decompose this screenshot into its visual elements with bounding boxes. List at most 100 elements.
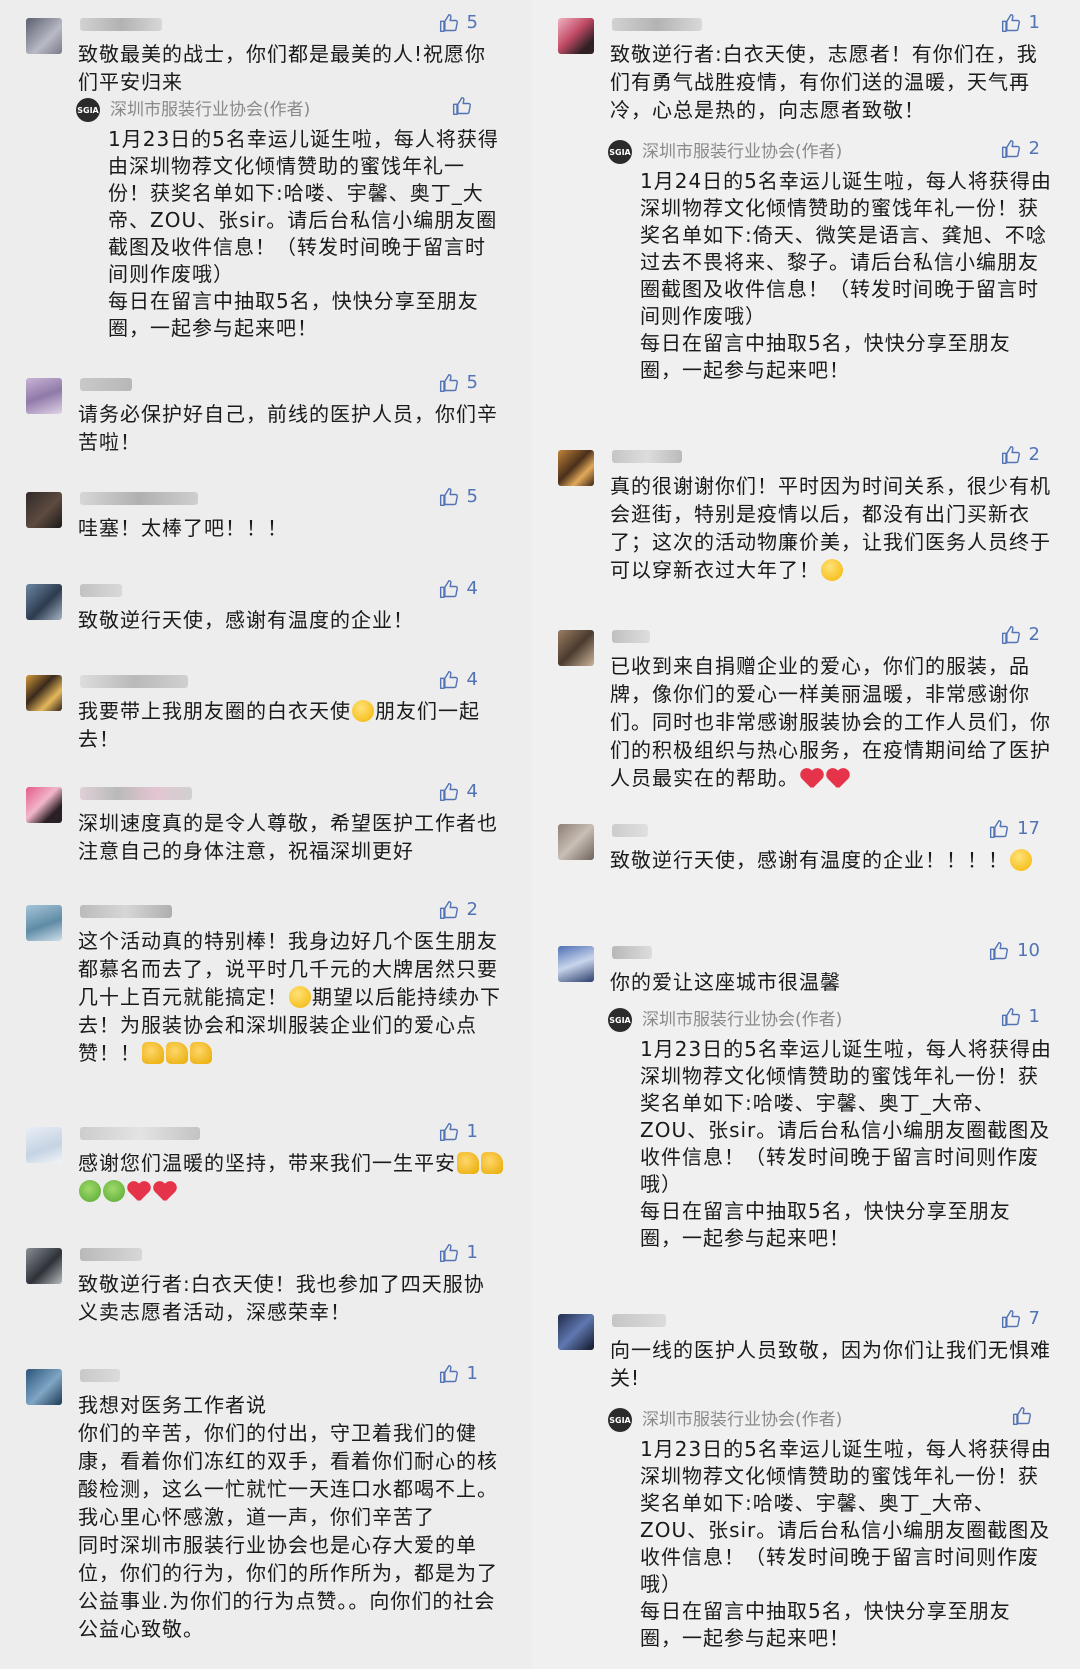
like-button[interactable]: 5: [439, 372, 478, 393]
thumb-up-icon: [439, 900, 459, 920]
like-button[interactable]: 5: [439, 12, 478, 33]
thumbs-up-emoji-icon: [190, 1042, 212, 1064]
like-count: 5: [466, 12, 478, 33]
like-count: 1: [1028, 1006, 1040, 1027]
comment-text-part: 致敬逆行天使，感谢有温度的企业！！！！: [610, 848, 1009, 872]
like-count: 2: [1028, 138, 1040, 159]
like-button[interactable]: 1: [439, 1363, 478, 1384]
heart-emoji-icon: [800, 767, 824, 789]
thumbs-up-emoji-icon: [166, 1042, 188, 1064]
avatar[interactable]: [26, 1248, 62, 1284]
like-count: 1: [1028, 12, 1040, 33]
avatar[interactable]: [26, 492, 62, 528]
comment-text: 我想对医务工作者说 你们的辛苦，你们的付出，守卫着我们的健康，看着你们冻红的双手…: [78, 1393, 498, 1641]
author-logo-icon: SGIA: [608, 140, 632, 164]
like-button[interactable]: 10: [989, 940, 1040, 961]
like-button[interactable]: 5: [439, 486, 478, 507]
reply-text: 1月23日的5名幸运儿诞生啦，每人将获得由深圳物荐文化倾情赞助的蜜饯年礼一份！获…: [640, 1037, 1052, 1250]
avatar[interactable]: [558, 946, 594, 982]
reply-like-button[interactable]: 2: [1001, 138, 1040, 159]
flexed-bicep-emoji-icon: [79, 1180, 101, 1202]
avatar[interactable]: [558, 450, 594, 486]
comment-text: 已收到来自捐赠企业的爱心，你们的服装，品牌，像你们的爱心一样美丽温暖，非常感谢你…: [610, 652, 1056, 792]
commenter-name-blurred: [612, 450, 682, 463]
thumb-up-icon: [1012, 1406, 1032, 1426]
comment-text: 深圳速度真的是令人尊敬，希望医护工作者也注意自己的身体注意，祝福深圳更好: [78, 811, 498, 863]
commenter-name-blurred: [80, 1127, 200, 1140]
thumb-up-icon: [989, 941, 1009, 961]
avatar[interactable]: [26, 378, 62, 414]
like-count: 2: [1028, 624, 1040, 645]
thumb-up-icon: [439, 373, 459, 393]
reply-like-button[interactable]: 1: [1001, 1006, 1040, 1027]
avatar[interactable]: [26, 584, 62, 620]
commenter-name-blurred: [80, 492, 198, 505]
comment-text: 这个活动真的特别棒！我身边好几个医生朋友都慕名而去了，说平时几千元的大牌居然只要…: [78, 927, 504, 1067]
thumb-up-icon: [439, 13, 459, 33]
comment-text-part: 我要带上我朋友圈的白衣天使: [78, 699, 351, 723]
thumb-up-icon: [439, 579, 459, 599]
comment-text: 致敬逆行者:白衣天使！我也参加了四天服协义卖志愿者活动，深感荣幸！: [78, 1272, 485, 1324]
avatar[interactable]: [26, 675, 62, 711]
like-count: 10: [1017, 940, 1040, 961]
like-button[interactable]: 4: [439, 578, 478, 599]
commenter-name-blurred: [80, 675, 188, 688]
thumb-up-icon: [1001, 1309, 1021, 1329]
like-button[interactable]: 7: [1001, 1308, 1040, 1329]
comment-text: 哇塞！太棒了吧！！！: [78, 516, 288, 540]
like-button[interactable]: 2: [1001, 624, 1040, 645]
commenter-name-blurred: [80, 787, 192, 800]
reply-text: 1月24日的5名幸运儿诞生啦，每人将获得由深圳物荐文化倾情赞助的蜜饯年礼一份！获…: [640, 169, 1052, 382]
comment-text-part: 感谢您们温暖的坚持，带来我们一生平安: [78, 1151, 456, 1175]
like-button[interactable]: 1: [439, 1121, 478, 1142]
avatar[interactable]: [26, 1127, 62, 1163]
heart-emoji-icon: [127, 1180, 151, 1202]
avatar[interactable]: [558, 824, 594, 860]
commenter-name-blurred: [80, 1369, 120, 1382]
like-button[interactable]: 1: [439, 1242, 478, 1263]
like-count: 7: [1028, 1308, 1040, 1329]
flexed-bicep-emoji-icon: [103, 1180, 125, 1202]
like-button[interactable]: 1: [1001, 12, 1040, 33]
thumb-up-icon: [439, 782, 459, 802]
commenter-name-blurred: [612, 630, 650, 643]
comment-column-left: 5 致敬最美的战士，你们都是最美的人!祝愿你们平安归来 SGIA 深圳市服装行业…: [0, 0, 532, 1669]
like-button[interactable]: 2: [1001, 444, 1040, 465]
comment-text: 致敬逆行天使，感谢有温度的企业！: [78, 608, 414, 632]
reply-like-button[interactable]: [1012, 1406, 1040, 1426]
avatar[interactable]: [26, 905, 62, 941]
like-button[interactable]: 2: [439, 899, 478, 920]
commenter-name-blurred: [612, 18, 702, 31]
commenter-name-blurred: [80, 584, 122, 597]
thumb-up-icon: [1001, 625, 1021, 645]
commenter-name-blurred: [612, 1314, 666, 1327]
like-button[interactable]: 4: [439, 781, 478, 802]
like-button[interactable]: 17: [989, 818, 1040, 839]
heart-emoji-icon: [826, 767, 850, 789]
thumb-up-icon: [989, 819, 1009, 839]
like-count: 5: [466, 372, 478, 393]
thumb-up-icon: [439, 1122, 459, 1142]
avatar[interactable]: [26, 1369, 62, 1405]
like-count: 4: [466, 781, 478, 802]
commenter-name-blurred: [80, 1248, 142, 1261]
avatar[interactable]: [558, 1314, 594, 1350]
avatar[interactable]: [26, 18, 62, 54]
thumbs-up-emoji-icon: [142, 1042, 164, 1064]
avatar[interactable]: [558, 18, 594, 54]
like-count: 2: [466, 899, 478, 920]
comment-text: 致敬逆行者:白衣天使，志愿者！有你们在，我们有勇气战胜疫情，有你们送的温暖，天气…: [610, 42, 1038, 122]
strong-face-emoji-icon: [1010, 849, 1032, 871]
like-count: 4: [466, 669, 478, 690]
avatar[interactable]: [558, 630, 594, 666]
comment-text: 我要带上我朋友圈的白衣天使 朋友们一起去！: [78, 697, 504, 753]
party-face-emoji-icon: [289, 986, 311, 1008]
like-count: 17: [1017, 818, 1040, 839]
reply-like-button[interactable]: [452, 96, 480, 116]
thumb-up-icon: [439, 1243, 459, 1263]
avatar[interactable]: [26, 787, 62, 823]
reply-text: 1月23日的5名幸运儿诞生啦，每人将获得由深圳物荐文化倾情赞助的蜜饯年礼一份！获…: [640, 1437, 1052, 1650]
thumbs-up-emoji-icon: [481, 1152, 503, 1174]
thumb-up-icon: [439, 487, 459, 507]
like-button[interactable]: 4: [439, 669, 478, 690]
